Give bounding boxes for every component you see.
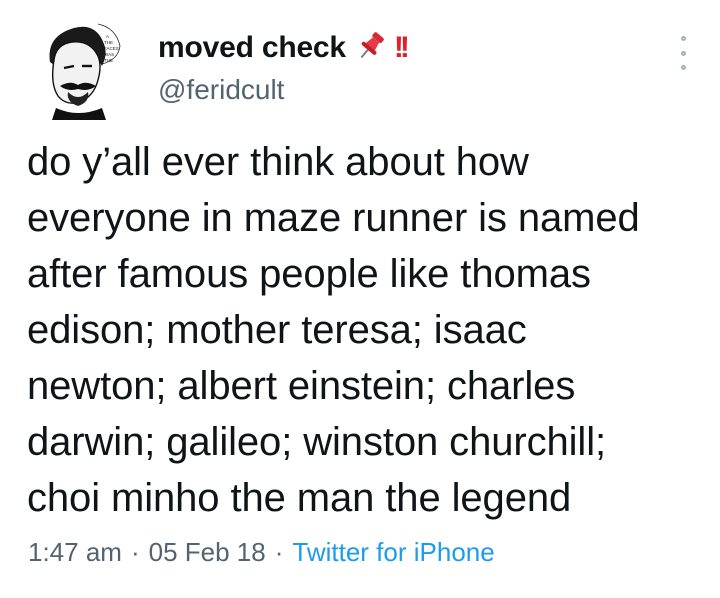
- display-name-row[interactable]: moved check !!: [158, 28, 410, 68]
- pushpin-icon: [354, 29, 388, 68]
- more-options-icon[interactable]: [676, 36, 690, 70]
- tweet-text-line: edison; mother teresa; isaac: [27, 308, 527, 352]
- tweet-date[interactable]: 05 Feb 18: [149, 537, 266, 568]
- tweet-text-line: choi minho the man the legend: [27, 476, 572, 520]
- author-handle[interactable]: @feridcult: [158, 74, 406, 106]
- tweet-text-line: newton; albert einstein; charles: [27, 364, 576, 408]
- separator-dot: ·: [274, 537, 284, 567]
- tweet-text-line: after famous people like thomas: [27, 252, 591, 296]
- double-exclamation-icon: !!: [393, 31, 410, 64]
- tweet-time[interactable]: 1:47 am: [28, 537, 122, 568]
- svg-text:A: A: [106, 34, 109, 39]
- tweet-text: do y’all ever think about how everyone i…: [27, 134, 697, 526]
- tweet-card: A THE FACES WAS THE moved check !! @feri…: [0, 0, 720, 598]
- avatar-illustration: A THE FACES WAS THE: [49, 23, 121, 120]
- svg-text:FACES: FACES: [104, 46, 119, 51]
- svg-text:THE: THE: [104, 58, 113, 63]
- display-name[interactable]: moved check: [158, 31, 346, 65]
- avatar[interactable]: A THE FACES WAS THE: [28, 16, 138, 126]
- tweet-metadata: 1:47 am · 05 Feb 18 · Twitter for iPhone: [28, 537, 495, 568]
- tweet-text-line: darwin; galileo; winston churchill;: [27, 420, 607, 464]
- svg-text:THE: THE: [104, 40, 113, 45]
- tweet-text-line: everyone in maze runner is named: [27, 196, 640, 240]
- author-block: moved check !! @feridcult: [158, 28, 410, 106]
- separator-dot: ·: [130, 537, 140, 567]
- tweet-text-line: do y’all ever think about how: [27, 140, 529, 184]
- tweet-source-link[interactable]: Twitter for iPhone: [292, 537, 494, 568]
